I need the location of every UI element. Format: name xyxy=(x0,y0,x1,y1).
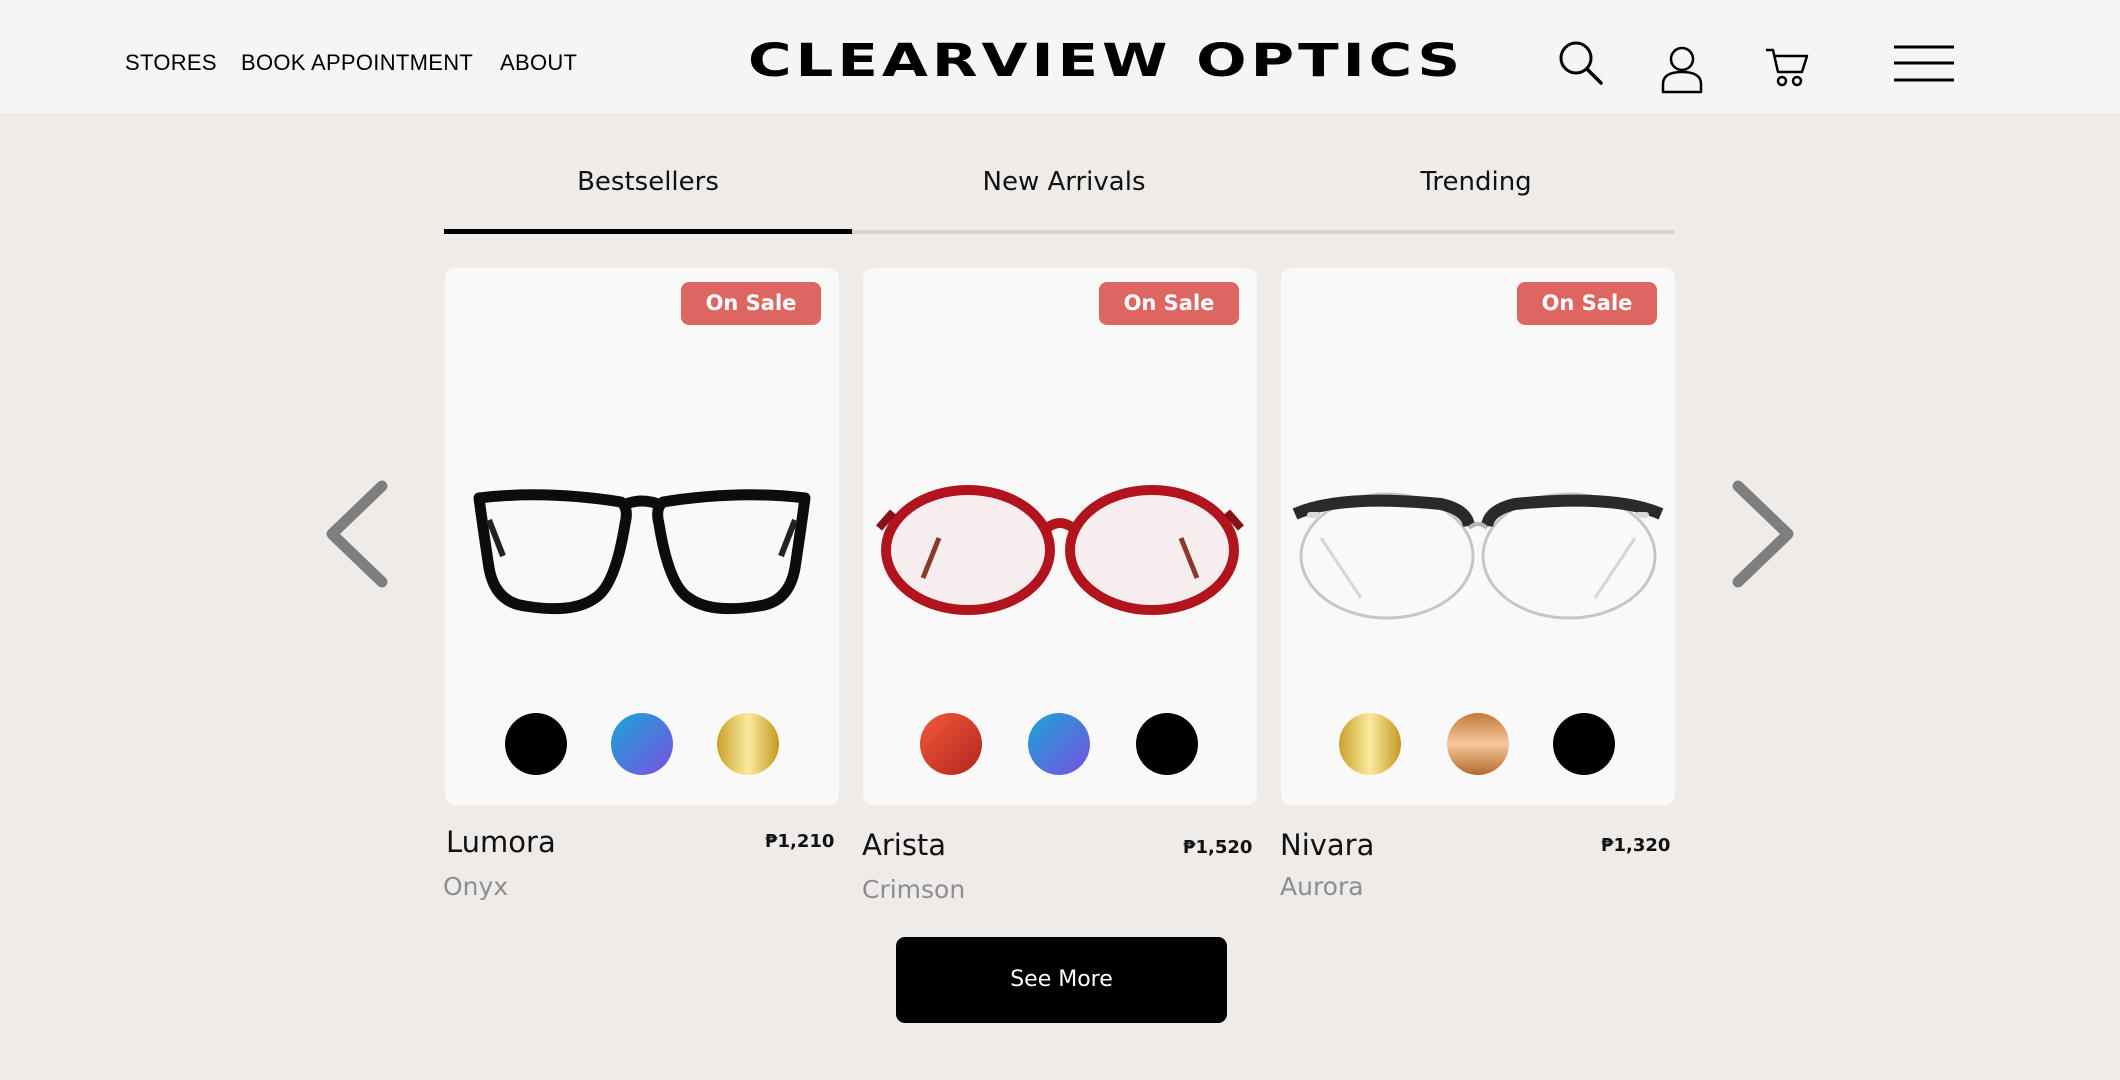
color-swatches xyxy=(1281,713,1675,779)
swatch-blue-purple[interactable] xyxy=(611,713,673,775)
product-image-glasses xyxy=(1281,468,1675,638)
product-card-arista[interactable]: On Sale xyxy=(863,268,1257,805)
color-swatches xyxy=(863,713,1257,779)
sale-badge: On Sale xyxy=(681,282,821,325)
swatch-blue-purple[interactable] xyxy=(1028,713,1090,775)
swatch-black[interactable] xyxy=(1136,713,1198,775)
see-more-button[interactable]: See More xyxy=(896,937,1227,1023)
swatch-red[interactable] xyxy=(920,713,982,775)
brand-logo[interactable]: CLEARVIEW OPTICS xyxy=(748,34,1460,87)
product-color-name: Aurora xyxy=(1280,872,1364,901)
search-icon[interactable] xyxy=(1558,40,1604,86)
nav-book-appointment-link[interactable]: BOOK APPOINTMENT xyxy=(241,50,473,76)
cart-icon[interactable] xyxy=(1764,46,1810,88)
user-icon[interactable] xyxy=(1660,46,1704,94)
nav-about-link[interactable]: ABOUT xyxy=(500,50,577,76)
product-image-glasses xyxy=(863,468,1257,638)
sale-badge: On Sale xyxy=(1099,282,1239,325)
menu-icon[interactable] xyxy=(1893,44,1955,84)
color-swatches xyxy=(445,713,839,779)
sale-badge: On Sale xyxy=(1517,282,1657,325)
product-price: ₱1,320 xyxy=(1601,835,1671,856)
swatch-gold[interactable] xyxy=(717,713,779,775)
product-name[interactable]: Lumora xyxy=(446,825,556,859)
tab-active-indicator xyxy=(444,229,852,234)
tab-new-arrivals[interactable]: New Arrivals xyxy=(860,150,1268,230)
swatch-gold[interactable] xyxy=(1339,713,1401,775)
product-card-lumora[interactable]: On Sale xyxy=(445,268,839,805)
product-price: ₱1,210 xyxy=(765,831,835,852)
product-color-name: Crimson xyxy=(862,875,966,904)
nav-stores-link[interactable]: STORES xyxy=(125,50,217,76)
product-price: ₱1,520 xyxy=(1183,837,1253,858)
tab-label: New Arrivals xyxy=(982,167,1146,197)
site-header: STORES BOOK APPOINTMENT ABOUT CLEARVIEW … xyxy=(0,0,2120,113)
swatch-black[interactable] xyxy=(1553,713,1615,775)
product-tabs: Bestsellers New Arrivals Trending xyxy=(444,150,1674,234)
swatch-black[interactable] xyxy=(505,713,567,775)
product-name[interactable]: Nivara xyxy=(1280,828,1374,862)
product-card-nivara[interactable]: On Sale xyxy=(1281,268,1675,805)
product-name[interactable]: Arista xyxy=(862,828,946,862)
product-color-name: Onyx xyxy=(443,872,509,901)
tab-label: Bestsellers xyxy=(577,167,719,197)
chevron-right-icon[interactable] xyxy=(1728,478,1798,594)
tab-trending[interactable]: Trending xyxy=(1272,150,1680,230)
tab-label: Trending xyxy=(1420,167,1532,197)
tab-bestsellers[interactable]: Bestsellers xyxy=(444,150,852,230)
chevron-left-icon[interactable] xyxy=(322,478,392,594)
swatch-bronze[interactable] xyxy=(1447,713,1509,775)
product-image-glasses xyxy=(445,468,839,638)
